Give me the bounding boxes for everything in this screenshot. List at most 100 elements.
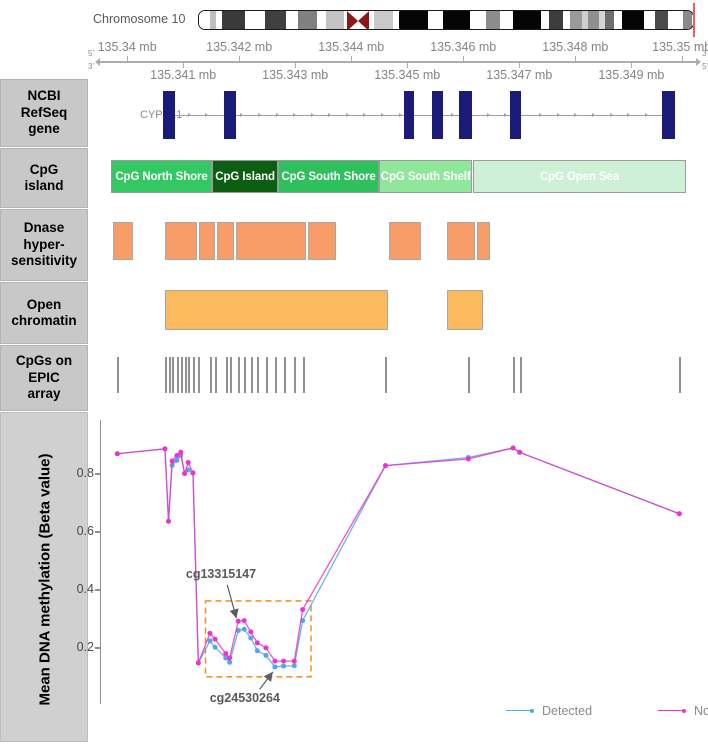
series-point-not_detected — [263, 645, 269, 651]
gene-exon — [403, 91, 415, 139]
gene-strand-chevron-icon — [609, 113, 613, 118]
epic-cpg-tick — [257, 357, 260, 393]
series-point-not_detected — [162, 446, 168, 452]
ideogram-band — [604, 11, 614, 29]
legend-label-detected: Detected — [542, 704, 593, 718]
gene-strand-chevron-icon — [187, 113, 191, 118]
ideogram-band — [570, 11, 582, 29]
sidebar-item-dnase: Dnase hyper-sensitivity — [0, 209, 88, 281]
epic-cpg-tick — [215, 357, 218, 393]
sidebar-label-dnase: Dnase hyper-sensitivity — [10, 220, 78, 269]
series-point-detected — [254, 648, 260, 654]
epic-cpg-tick — [385, 357, 388, 393]
axis-tick — [631, 63, 633, 68]
series-point-not_detected — [178, 449, 184, 455]
sidebar-item-open-chromatin: Open chromatin — [0, 282, 88, 344]
ideogram-band — [676, 11, 684, 29]
series-point-not_detected — [272, 658, 278, 664]
axis-arrow-right — [696, 58, 701, 66]
epic-cpg-track — [88, 355, 708, 399]
genome-browser-figure: NCBI RefSeq gene CpG island Dnase hyper-sens… — [0, 0, 708, 742]
ideogram-band — [668, 11, 677, 29]
axis-tick — [239, 56, 241, 61]
epic-cpg-tick — [180, 357, 183, 393]
epic-cpg-tick — [468, 357, 471, 393]
gene-strand-chevron-icon — [257, 113, 261, 118]
series-line-not_detected — [117, 447, 680, 664]
y-axis-title-wrap: Mean DNA methylation (Beta value) — [1, 413, 89, 745]
axis-tick-label-bottom: 135.343 mb — [262, 68, 329, 82]
axis-tick-label-top: 135.344 mb — [318, 40, 385, 54]
gene-strand-chevron-icon — [293, 113, 297, 118]
gene-strand-chevron-icon — [363, 113, 367, 118]
series-point-detected — [272, 664, 278, 670]
ideogram-band — [399, 11, 429, 29]
epic-cpg-tick — [519, 357, 522, 393]
cpg-island-block-label: CpG South Shore — [281, 170, 376, 183]
sidebar-label-gene: NCBI RefSeq gene — [20, 88, 68, 137]
series-point-not_detected — [174, 452, 180, 458]
sidebar-item-gene: NCBI RefSeq gene — [0, 79, 88, 147]
ideogram-band — [443, 11, 470, 29]
ideogram-band — [621, 11, 645, 29]
epic-cpg-tick — [225, 357, 228, 393]
axis-tick — [127, 56, 129, 61]
axis-tick — [681, 56, 683, 61]
axis-tick — [575, 56, 577, 61]
series-point-not_detected — [223, 651, 229, 657]
cpg-island-block-label: CpG Open Sea — [539, 170, 620, 183]
open-chromatin-region — [164, 290, 389, 330]
ideogram-band — [485, 11, 500, 29]
cpg-island-block-label: CpG Island — [215, 170, 275, 183]
series-point-detected — [263, 652, 269, 658]
epic-cpg-tick — [192, 357, 195, 393]
gene-strand-chevron-icon — [451, 113, 455, 118]
ideogram-band — [549, 11, 564, 29]
legend-line-not_detected — [658, 710, 684, 712]
ideogram-band — [373, 11, 394, 29]
axis-line — [100, 61, 696, 63]
series-point-not_detected — [207, 630, 213, 636]
gene-strand-chevron-icon — [240, 113, 244, 118]
cpg-island-block-label: CpG North Shore — [115, 170, 208, 183]
series-point-not_detected — [185, 459, 191, 465]
ideogram-band — [265, 11, 287, 29]
epic-cpg-tick — [513, 357, 516, 393]
epic-cpg-tick — [283, 357, 286, 393]
series-point-not_detected — [195, 660, 201, 666]
series-point-not_detected — [182, 470, 188, 476]
legend-marker-detected — [530, 708, 534, 713]
epic-cpg-tick — [238, 357, 241, 393]
axis-tick-label-bottom: 135.341 mb — [150, 68, 217, 82]
epic-cpg-tick — [168, 357, 171, 393]
legend-marker-not_detected — [682, 708, 686, 713]
cpg-island-track: CpG North Shore CpG Island CpG South Shore… — [88, 160, 708, 198]
gene-strand-chevron-icon — [574, 113, 578, 118]
probe-annotation-cg24530264: cg24530264 — [209, 691, 280, 706]
open-chromatin-region — [447, 290, 483, 330]
track-label-sidebar: NCBI RefSeq gene CpG island Dnase hyper-sens… — [0, 0, 88, 742]
cpg-island-block: CpG South Shore — [278, 160, 379, 193]
series-point-not_detected — [190, 470, 196, 476]
series-point-detected — [212, 644, 218, 650]
strand-label-3prime-right: 3' — [702, 49, 708, 58]
axis-tick — [519, 63, 521, 68]
methylation-plot: 0.2 0.4 0.6 0.8 cg13315147 cg24530264 Detected… — [77, 412, 708, 742]
series-point-detected — [241, 626, 247, 632]
cpg-island-block: CpG Open Sea — [472, 160, 687, 193]
epic-cpg-tick — [117, 357, 120, 393]
annotation-arrow-head-icon — [263, 671, 273, 682]
gene-exon — [223, 91, 237, 139]
dnase-region — [164, 222, 197, 260]
series-point-not_detected — [300, 607, 306, 613]
sidebar-label-open-chromatin: Open chromatin — [11, 296, 77, 328]
ideogram-band — [469, 11, 486, 29]
ideogram-band — [499, 11, 514, 29]
gene-strand-chevron-icon — [504, 113, 508, 118]
gene-exon — [162, 91, 176, 139]
series-point-not_detected — [235, 618, 241, 624]
epic-cpg-tick — [294, 357, 297, 393]
series-point-not_detected — [281, 658, 287, 664]
gene-strand-chevron-icon — [310, 113, 314, 118]
epic-cpg-tick — [198, 357, 201, 393]
